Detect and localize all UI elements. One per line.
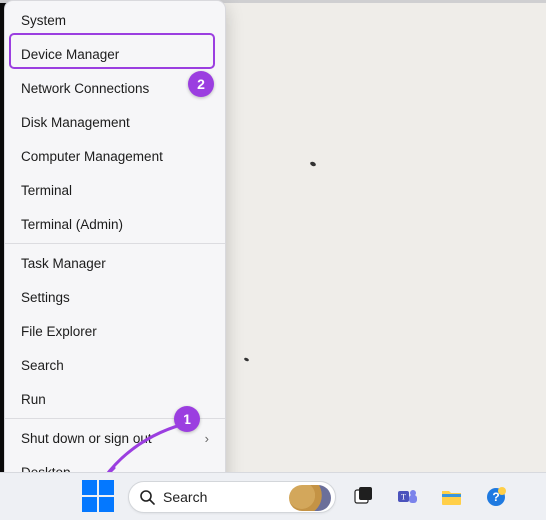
- menu-item-label: Disk Management: [21, 115, 130, 130]
- menu-item-file-explorer[interactable]: File Explorer: [5, 314, 225, 348]
- taskbar: Search T ?: [0, 472, 546, 520]
- svg-text:T: T: [401, 492, 406, 501]
- menu-item-label: System: [21, 13, 66, 28]
- taskbar-search-placeholder: Search: [163, 489, 207, 505]
- menu-item-task-manager[interactable]: Task Manager: [5, 246, 225, 280]
- screenshot-root: System Device Manager Network Connection…: [0, 0, 546, 520]
- search-highlight-art-icon: [289, 485, 331, 511]
- menu-item-label: Terminal: [21, 183, 72, 198]
- annotation-badge-2-text: 2: [197, 76, 205, 92]
- menu-item-label: Computer Management: [21, 149, 163, 164]
- menu-section-mid: Task Manager Settings File Explorer Sear…: [5, 246, 225, 416]
- menu-item-label: Shut down or sign out: [21, 431, 152, 446]
- annotation-badge-2: 2: [188, 71, 214, 97]
- file-explorer-icon[interactable]: [438, 483, 466, 511]
- menu-item-device-manager[interactable]: Device Manager: [5, 37, 225, 71]
- menu-section-top: System Device Manager Network Connection…: [5, 3, 225, 241]
- menu-item-settings[interactable]: Settings: [5, 280, 225, 314]
- menu-item-computer-management[interactable]: Computer Management: [5, 139, 225, 173]
- teams-icon[interactable]: T: [394, 483, 422, 511]
- menu-item-label: Run: [21, 392, 46, 407]
- menu-item-label: Search: [21, 358, 64, 373]
- menu-item-terminal-admin[interactable]: Terminal (Admin): [5, 207, 225, 241]
- menu-item-label: Task Manager: [21, 256, 106, 271]
- annotation-badge-1: 1: [174, 406, 200, 432]
- start-button[interactable]: [82, 480, 114, 512]
- menu-item-label: File Explorer: [21, 324, 97, 339]
- menu-item-disk-management[interactable]: Disk Management: [5, 105, 225, 139]
- menu-item-label: Settings: [21, 290, 70, 305]
- taskbar-pinned-group: T ?: [350, 483, 510, 511]
- task-view-icon[interactable]: [350, 483, 378, 511]
- menu-item-system[interactable]: System: [5, 3, 225, 37]
- menu-item-label: Terminal (Admin): [21, 217, 123, 232]
- search-icon: [139, 489, 155, 505]
- menu-item-label: Device Manager: [21, 47, 119, 62]
- taskbar-search[interactable]: Search: [128, 481, 336, 513]
- menu-separator: [5, 243, 225, 244]
- get-help-icon[interactable]: ?: [482, 483, 510, 511]
- menu-item-terminal[interactable]: Terminal: [5, 173, 225, 207]
- menu-item-label: Network Connections: [21, 81, 149, 96]
- annotation-badge-1-text: 1: [183, 411, 191, 427]
- chevron-right-icon: ›: [205, 431, 209, 446]
- menu-item-search[interactable]: Search: [5, 348, 225, 382]
